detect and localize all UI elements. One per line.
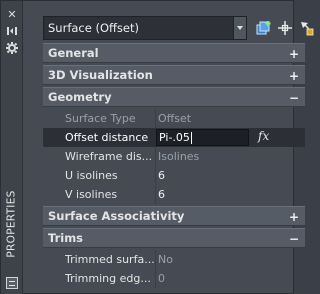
chevron-down-icon[interactable] <box>234 16 247 40</box>
section-geometry[interactable]: Geometry − <box>43 87 305 107</box>
section-trims[interactable]: Trims − <box>43 228 305 248</box>
expand-icon[interactable]: + <box>289 69 299 83</box>
section-general[interactable]: General + <box>43 43 305 63</box>
property-row[interactable]: U isolines 6 <box>43 166 305 185</box>
property-value: 6 <box>158 169 165 182</box>
property-label: Surface Type <box>65 112 136 125</box>
select-objects-icon[interactable] <box>276 19 294 37</box>
property-label: Wireframe dis... <box>65 150 153 163</box>
property-row-offset-distance[interactable]: Offset distance Pi-.05 fx <box>43 128 305 147</box>
property-value: 6 <box>158 188 165 201</box>
property-label: Offset distance <box>65 131 149 144</box>
property-row: Surface Type Offset <box>43 109 305 128</box>
collapse-icon[interactable]: − <box>289 91 299 105</box>
toggle-pickadd-icon[interactable] <box>255 19 273 37</box>
property-row: Trimmed surfa... No <box>43 250 305 269</box>
toolbar: Surface (Offset) <box>43 16 314 40</box>
function-icon[interactable]: fx <box>258 129 269 143</box>
property-sections: General + 3D Visualization + Geometry − … <box>43 43 305 288</box>
object-type-select[interactable]: Surface (Offset) <box>43 16 234 40</box>
gear-icon[interactable] <box>5 41 19 55</box>
property-row[interactable]: V isolines 6 <box>43 185 305 204</box>
property-label: Trimmed surfa... <box>65 253 155 266</box>
close-icon[interactable]: ✕ <box>5 7 19 21</box>
collapse-icon[interactable]: − <box>289 232 299 246</box>
property-label: U isolines <box>65 169 118 182</box>
property-label: Trimming edg... <box>65 272 151 285</box>
autohide-icon[interactable] <box>5 24 19 38</box>
properties-icon[interactable] <box>6 277 18 289</box>
expand-icon[interactable]: + <box>289 47 299 61</box>
object-type-value: Surface (Offset) <box>48 21 139 35</box>
section-surface-associativity[interactable]: Surface Associativity + <box>43 206 305 226</box>
offset-distance-input[interactable]: Pi-.05 <box>156 129 249 146</box>
property-value: No <box>158 253 173 266</box>
property-row: Trimming edg... 0 <box>43 269 305 288</box>
properties-palette: ✕ PROPERTIES Surface (Offset) General + … <box>0 0 314 294</box>
quick-select-icon[interactable] <box>297 19 315 37</box>
property-value: Offset <box>158 112 192 125</box>
expand-icon[interactable]: + <box>289 210 299 224</box>
palette-title-strip: ✕ PROPERTIES <box>1 1 23 294</box>
palette-title: PROPERTIES <box>6 190 19 258</box>
property-value: Isolines <box>158 150 200 163</box>
property-row[interactable]: Wireframe dis... Isolines <box>43 147 305 166</box>
property-value: 0 <box>158 272 165 285</box>
section-3d-visualization[interactable]: 3D Visualization + <box>43 65 305 85</box>
property-label: V isolines <box>65 188 118 201</box>
